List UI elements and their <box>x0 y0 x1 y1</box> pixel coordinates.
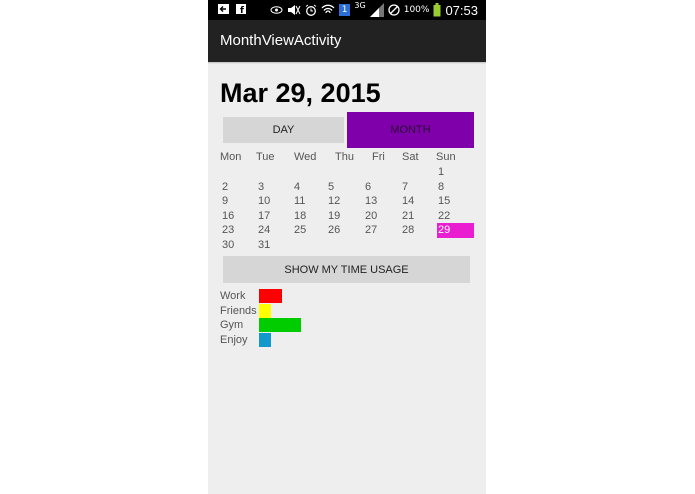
calendar-day[interactable]: 17 <box>258 210 270 222</box>
action-bar: MonthViewActivity <box>208 20 486 62</box>
wifi-icon <box>321 4 335 14</box>
phone-screen: f 1 3G 100% 07:53 MonthViewActivity Mar … <box>208 0 486 494</box>
calendar-day[interactable]: 2 <box>222 181 228 193</box>
calendar-day[interactable]: 13 <box>365 195 377 207</box>
calendar-day[interactable]: 26 <box>328 224 340 236</box>
weekday-thu: Thu <box>335 151 354 163</box>
clock: 07:53 <box>445 2 478 18</box>
calendar-day[interactable]: 22 <box>438 210 450 222</box>
calendar-day[interactable]: 30 <box>222 239 234 251</box>
calendar-day[interactable]: 14 <box>402 195 414 207</box>
facebook-icon: f <box>236 4 246 15</box>
calendar-day[interactable]: 9 <box>222 195 228 207</box>
day-button[interactable]: DAY <box>223 117 344 143</box>
usage-label-friends: Friends <box>220 304 257 317</box>
sim-badge: 1 <box>338 4 351 16</box>
calendar-day[interactable]: 27 <box>365 224 377 236</box>
calendar-day[interactable]: 20 <box>365 210 377 222</box>
usage-label-work: Work <box>220 290 246 302</box>
calendar-day[interactable]: 23 <box>222 224 234 236</box>
usage-bar-gym <box>259 318 302 333</box>
calendar-day[interactable]: 15 <box>438 195 450 207</box>
usage-label-gym: Gym <box>220 319 244 332</box>
mute-icon <box>287 5 301 15</box>
calendar-day[interactable]: 6 <box>365 181 371 193</box>
network-type: 3G <box>354 1 366 10</box>
usage-bar-friends <box>259 303 271 318</box>
status-bar-right: 1 3G 100% 07:53 <box>270 0 478 20</box>
calendar-day[interactable]: 31 <box>258 239 270 251</box>
calendar-day[interactable]: 12 <box>328 195 340 207</box>
signal-icon <box>369 3 384 17</box>
calendar-day[interactable]: 10 <box>258 195 270 207</box>
weekday-sun: Sun <box>436 151 456 163</box>
action-bar-shadow <box>208 62 486 64</box>
calendar-day[interactable]: 29 <box>438 224 450 236</box>
weekday-fri: Fri <box>372 151 385 163</box>
app-title: MonthViewActivity <box>220 32 342 49</box>
battery-icon <box>433 3 441 17</box>
back-icon <box>218 4 229 14</box>
weekday-mon: Mon <box>220 151 242 163</box>
calendar-day[interactable]: 25 <box>294 224 306 236</box>
calendar-day[interactable]: 3 <box>258 181 264 193</box>
weekday-sat: Sat <box>402 151 419 163</box>
calendar-day[interactable]: 5 <box>328 181 334 193</box>
eye-icon <box>270 6 283 14</box>
calendar-day[interactable]: 28 <box>402 224 414 236</box>
battery-percent: 100% <box>403 5 430 15</box>
weekday-wed: Wed <box>294 151 317 163</box>
calendar-day[interactable]: 8 <box>438 181 444 193</box>
calendar-day[interactable]: 4 <box>294 181 300 193</box>
alarm-icon <box>305 4 316 16</box>
month-button[interactable]: MONTH <box>347 112 474 148</box>
calendar-day[interactable]: 11 <box>294 195 305 207</box>
calendar-day[interactable]: 1 <box>438 166 444 178</box>
blocked-icon <box>388 4 400 16</box>
status-bar: f 1 3G 100% 07:53 <box>208 0 486 20</box>
status-bar-left: f <box>218 3 248 15</box>
weekday-tue: Tue <box>256 151 275 163</box>
show-time-usage-button[interactable]: SHOW MY TIME USAGE <box>223 256 470 283</box>
calendar-day[interactable]: 16 <box>222 210 234 222</box>
usage-bar-work <box>259 289 283 303</box>
calendar-day[interactable]: 7 <box>402 181 408 193</box>
svg-text:f: f <box>240 6 244 15</box>
usage-label-enjoy: Enjoy <box>220 333 248 346</box>
calendar-day[interactable]: 21 <box>402 210 414 222</box>
calendar-day[interactable]: 18 <box>294 210 306 222</box>
calendar-day[interactable]: 24 <box>258 224 270 236</box>
calendar-day[interactable]: 19 <box>328 210 340 222</box>
usage-bar-enjoy <box>259 332 271 347</box>
date-heading: Mar 29, 2015 <box>220 78 381 108</box>
